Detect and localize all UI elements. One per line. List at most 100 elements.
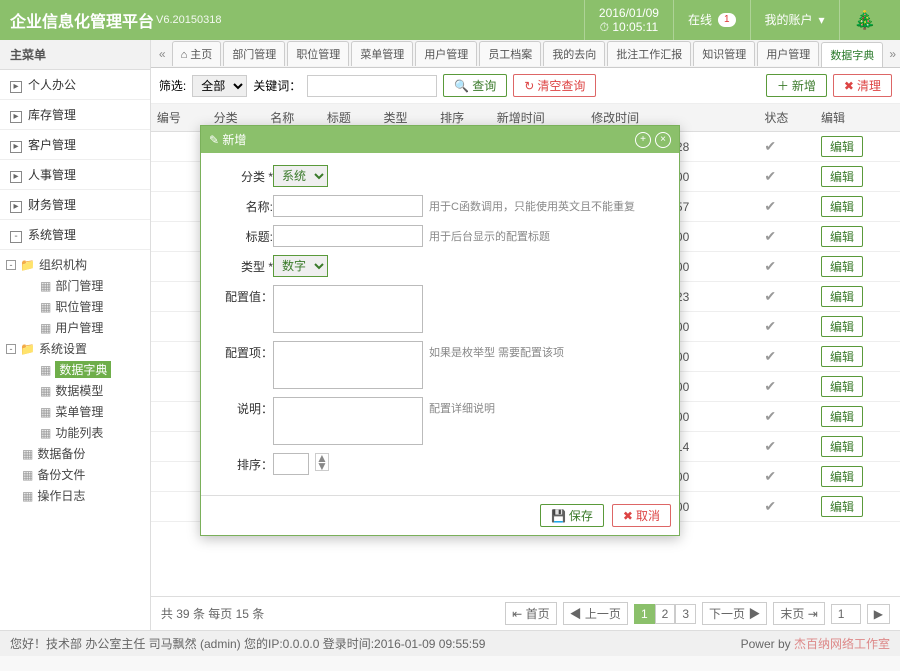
tree-item[interactable]: ▦ 备份文件 (6, 464, 144, 485)
nav-item[interactable]: ▸人事管理 (0, 160, 150, 190)
modal-save-button[interactable]: 💾 保存 (540, 504, 604, 527)
field-desc-textarea[interactable] (273, 397, 423, 445)
add-modal: ✎ 新增 + × 分类 * 系统 名称: 用于C函数调用，只能使用英文且不能重复… (200, 125, 680, 536)
edit-row-button[interactable]: 编辑 (821, 316, 863, 337)
status-icon: ✔ (758, 432, 815, 462)
status-icon: ✔ (758, 132, 815, 162)
edit-row-button[interactable]: 编辑 (821, 346, 863, 367)
tree-item[interactable]: ▦ 功能列表 (6, 422, 144, 443)
tree-item[interactable]: ▦ 部门管理 (6, 275, 144, 296)
modal-header[interactable]: ✎ 新增 + × (201, 126, 679, 153)
edit-row-button[interactable]: 编辑 (821, 196, 863, 217)
pager-page[interactable]: 3 (675, 604, 696, 624)
footer-left: 您好！技术部 办公室主任 司马飘然 (admin) 您的IP:0.0.0.0 登… (10, 635, 485, 652)
tree-item[interactable]: ▦ 用户管理 (6, 317, 144, 338)
modal-cancel-button[interactable]: ✖ 取消 (612, 504, 671, 527)
tab[interactable]: 部门管理 (223, 41, 285, 66)
filter-all-select[interactable]: 全部 (192, 75, 247, 97)
status-icon: ✔ (758, 312, 815, 342)
keyword-input[interactable] (307, 75, 437, 97)
edit-row-button[interactable]: 编辑 (821, 466, 863, 487)
clean-button[interactable]: ✖ 清理 (833, 74, 892, 97)
tab-bar: « ⌂ 主页部门管理职位管理菜单管理用户管理员工档案我的去向批注工作汇报知识管理… (151, 40, 900, 68)
filter-bar: 筛选: 全部 关键词： 🔍 查询 ↻ 清空查询 ＋ 新增 ✖ 清理 (151, 68, 900, 104)
tree-item[interactable]: ▦ 操作日志 (6, 485, 144, 506)
tab[interactable]: 数据字典 (821, 42, 883, 68)
pager-prev[interactable]: ◀ 上一页 (563, 602, 628, 625)
edit-row-button[interactable]: 编辑 (821, 136, 863, 157)
field-value-textarea[interactable] (273, 285, 423, 333)
header-tree-icon[interactable]: 🎄 (839, 0, 890, 40)
tree-item[interactable]: ▦ 数据备份 (6, 443, 144, 464)
edit-row-button[interactable]: 编辑 (821, 496, 863, 517)
tab[interactable]: 职位管理 (287, 41, 349, 66)
field-name-input[interactable] (273, 195, 423, 217)
status-icon: ✔ (758, 282, 815, 312)
pager-go[interactable]: ▶ (867, 604, 890, 624)
footer: 您好！技术部 办公室主任 司马飘然 (admin) 您的IP:0.0.0.0 登… (0, 630, 900, 656)
sidebar-title: 主菜单 (0, 40, 150, 70)
edit-row-button[interactable]: 编辑 (821, 166, 863, 187)
pager: 共 39 条 每页 15 条 ⇤ 首页 ◀ 上一页 123 下一页 ▶ 末页 ⇥… (151, 596, 900, 630)
tab[interactable]: 用户管理 (415, 41, 477, 66)
pager-first[interactable]: ⇤ 首页 (505, 602, 556, 625)
keyword-label: 关键词： (253, 77, 301, 94)
pager-page[interactable]: 2 (655, 604, 676, 624)
field-option-textarea[interactable] (273, 341, 423, 389)
pager-summary: 共 39 条 每页 15 条 (161, 605, 264, 622)
footer-power: Power by 杰百纳网络工作室 (741, 635, 890, 652)
tab-nav-right[interactable]: » (885, 45, 900, 63)
status-icon: ✔ (758, 252, 815, 282)
sidebar: 主菜单 ▸个人办公▸库存管理▸客户管理▸人事管理▸财务管理-系统管理 -📁 组织… (0, 40, 151, 630)
field-type-select[interactable]: 数字 (273, 255, 328, 277)
status-icon: ✔ (758, 222, 815, 252)
tab[interactable]: 知识管理 (693, 41, 755, 66)
pager-last[interactable]: 末页 ⇥ (773, 602, 824, 625)
tab[interactable]: 员工档案 (479, 41, 541, 66)
modal-close-icon[interactable]: × (655, 132, 671, 148)
field-sort-input[interactable] (273, 453, 309, 475)
nav-item[interactable]: ▸个人办公 (0, 70, 150, 100)
status-icon: ✔ (758, 162, 815, 192)
tree-item[interactable]: ▦ 菜单管理 (6, 401, 144, 422)
field-category-select[interactable]: 系统 (273, 165, 328, 187)
tree-item[interactable]: ▦ 数据模型 (6, 380, 144, 401)
edit-row-button[interactable]: 编辑 (821, 256, 863, 277)
header-account[interactable]: 我的账户▾ (750, 0, 839, 40)
field-title-input[interactable] (273, 225, 423, 247)
header-online[interactable]: 在线1 (673, 0, 750, 40)
tab[interactable]: 批注工作汇报 (607, 41, 691, 66)
tree-sys[interactable]: -📁 系统设置 (6, 338, 144, 359)
col-edit[interactable]: 编辑 (815, 104, 900, 132)
col-status[interactable]: 状态 (758, 104, 815, 132)
tab[interactable]: 用户管理 (757, 41, 819, 66)
nav-item[interactable]: ▸财务管理 (0, 190, 150, 220)
tab-nav-left[interactable]: « (155, 45, 170, 63)
tree-org[interactable]: -📁 组织机构 (6, 254, 144, 275)
search-button[interactable]: 🔍 查询 (443, 74, 507, 97)
pager-page[interactable]: 1 (634, 604, 655, 624)
edit-row-button[interactable]: 编辑 (821, 376, 863, 397)
app-header: 企业信息化管理平台 V6.20150318 2016/01/09⏱ 10:05:… (0, 0, 900, 40)
tab[interactable]: 我的去向 (543, 41, 605, 66)
pager-goto-input[interactable] (831, 604, 861, 624)
nav-item[interactable]: ▸库存管理 (0, 100, 150, 130)
nav-item[interactable]: ▸客户管理 (0, 130, 150, 160)
edit-row-button[interactable]: 编辑 (821, 226, 863, 247)
edit-row-button[interactable]: 编辑 (821, 406, 863, 427)
status-icon: ✔ (758, 372, 815, 402)
header-datetime: 2016/01/09⏱ 10:05:11 (584, 0, 673, 40)
nav-item[interactable]: -系统管理 (0, 220, 150, 250)
tab[interactable]: ⌂ 主页 (172, 41, 222, 66)
add-button[interactable]: ＋ 新增 (766, 74, 827, 97)
tree-item[interactable]: ▦ 数据字典 (6, 359, 144, 380)
edit-row-button[interactable]: 编辑 (821, 436, 863, 457)
tree-item[interactable]: ▦ 职位管理 (6, 296, 144, 317)
sort-stepper[interactable]: ▲▼ (315, 453, 329, 471)
modal-refresh-icon[interactable]: + (635, 132, 651, 148)
clear-button[interactable]: ↻ 清空查询 (513, 74, 596, 97)
pager-next[interactable]: 下一页 ▶ (702, 602, 767, 625)
edit-row-button[interactable]: 编辑 (821, 286, 863, 307)
tab[interactable]: 菜单管理 (351, 41, 413, 66)
app-title: 企业信息化管理平台 (10, 8, 154, 32)
